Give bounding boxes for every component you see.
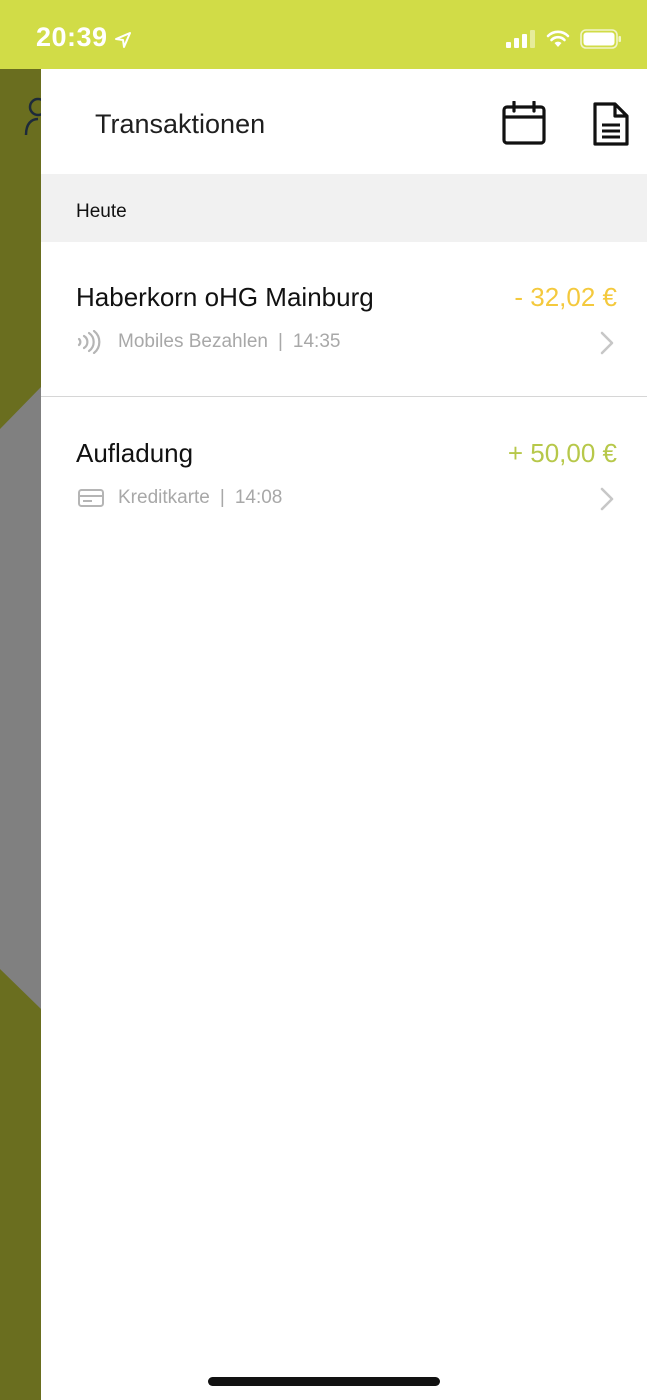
transaction-amount: + 50,00 € <box>507 438 617 468</box>
transaction-meta: Kreditkarte | 14:08 <box>76 484 282 512</box>
transaction-method: Kreditkarte <box>118 487 210 508</box>
background-gray-panel <box>0 387 41 1009</box>
user-icon <box>24 97 41 136</box>
wifi-icon <box>546 30 570 47</box>
section-label: Heute <box>76 201 127 222</box>
status-bar: 20:39 <box>0 0 647 69</box>
signal-icon <box>506 30 535 48</box>
transaction-time: 14:35 <box>292 331 341 352</box>
home-indicator[interactable] <box>208 1377 440 1386</box>
chevron-right-icon <box>600 487 614 511</box>
page-title: Transaktionen <box>95 109 266 139</box>
transaction-name: Aufladung <box>76 438 194 468</box>
transaction-method: Mobiles Bezahlen <box>118 331 268 352</box>
calendar-icon[interactable] <box>501 101 547 147</box>
contactless-icon <box>77 330 101 354</box>
transaction-amount: - 32,02 € <box>514 282 617 312</box>
background-app[interactable] <box>0 69 41 1400</box>
section-header-today: Heute <box>41 174 647 242</box>
location-arrow-icon <box>115 32 131 48</box>
document-icon[interactable] <box>591 101 631 147</box>
meta-separator: | <box>277 331 283 352</box>
transaction-row[interactable]: Haberkorn oHG Mainburg - 32,02 € Mobiles… <box>41 242 647 397</box>
transaction-row[interactable]: Aufladung + 50,00 € Kreditkarte | 14:08 <box>41 398 647 553</box>
transaction-name: Haberkorn oHG Mainburg <box>76 282 374 312</box>
meta-separator: | <box>219 487 225 508</box>
drawer-header: Transaktionen <box>41 69 647 174</box>
transaction-meta: Mobiles Bezahlen | 14:35 <box>76 328 340 356</box>
transaction-time: 14:08 <box>234 487 283 508</box>
battery-icon <box>580 29 621 49</box>
transactions-drawer: Transaktionen Heute Haberkorn oHG Mainbu… <box>41 69 647 1400</box>
status-time: 20:39 <box>36 22 108 52</box>
credit-card-icon <box>78 489 104 507</box>
chevron-right-icon <box>600 331 614 355</box>
